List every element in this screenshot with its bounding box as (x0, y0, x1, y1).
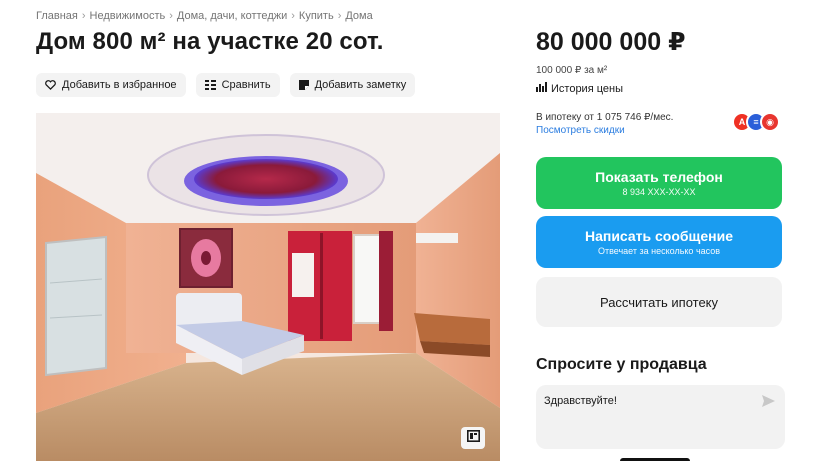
breadcrumb: Главная › Недвижимость › Дома, дачи, коттедж… (36, 10, 373, 22)
breadcrumb-separator: › (291, 10, 295, 22)
phone-number-masked: 8 934 XXX-XX-XX (622, 186, 696, 197)
seller-message-input[interactable]: Здравствуйте! (536, 385, 785, 449)
breadcrumb-item-houses[interactable]: Дома, дачи, коттеджи (177, 10, 287, 22)
price-per-meter: 100 000 ₽ за м² (536, 65, 608, 76)
bar-chart-icon (536, 82, 547, 95)
add-note-label: Добавить заметку (314, 79, 407, 91)
breadcrumb-separator: › (337, 10, 342, 22)
view-discounts-link[interactable]: Посмотреть скидки (536, 125, 625, 136)
compare-icon (204, 80, 216, 90)
listing-actions: Добавить в избранное Сравнить Добавить з… (36, 73, 416, 97)
add-favorite-label: Добавить в избранное (62, 79, 177, 91)
bank-logo-icon: ◉ (760, 112, 780, 132)
breadcrumb-separator: › (81, 10, 86, 22)
calculate-mortgage-button[interactable]: Рассчитать ипотеку (536, 277, 782, 327)
page-title: Дом 800 м² на участке 20 сот. (36, 28, 384, 55)
calculate-mortgage-label: Рассчитать ипотеку (599, 294, 719, 310)
breadcrumb-item-homes[interactable]: Дома (345, 10, 372, 22)
gallery-icon (466, 429, 480, 447)
breadcrumb-item-realty[interactable]: Недвижимость (90, 10, 166, 22)
add-favorite-button[interactable]: Добавить в избранное (36, 73, 186, 97)
breadcrumb-item-buy[interactable]: Купить (299, 10, 334, 22)
price-history-label: История цены (551, 82, 623, 95)
gallery-button[interactable] (461, 427, 485, 449)
price-total: 80 000 000 ₽ (536, 28, 686, 56)
response-time: Отвечает за несколько часов (597, 245, 721, 256)
bank-logos: A ≡ ◉ (732, 112, 780, 132)
send-icon[interactable] (762, 394, 775, 412)
heart-icon (45, 80, 56, 90)
add-note-button[interactable]: Добавить заметку (289, 73, 416, 97)
breadcrumb-separator: › (169, 10, 173, 22)
mortgage-estimate: В ипотеку от 1 075 746 ₽/мес. (536, 112, 674, 123)
listing-photo[interactable] (36, 113, 500, 461)
breadcrumb-item-home[interactable]: Главная (36, 10, 78, 22)
note-icon (298, 80, 309, 90)
write-message-button[interactable]: Написать сообщение Отвечает за несколько… (536, 216, 782, 268)
write-message-label: Написать сообщение (584, 227, 734, 244)
show-phone-button[interactable]: Показать телефон 8 934 XXX-XX-XX (536, 157, 782, 209)
message-text: Здравствуйте! (544, 395, 617, 407)
price-history-link[interactable]: История цены (536, 82, 623, 95)
ask-seller-heading: Спросите у продавца (536, 356, 707, 373)
compare-button[interactable]: Сравнить (195, 73, 280, 97)
compare-label: Сравнить (221, 79, 271, 91)
show-phone-label: Показать телефон (595, 168, 723, 185)
